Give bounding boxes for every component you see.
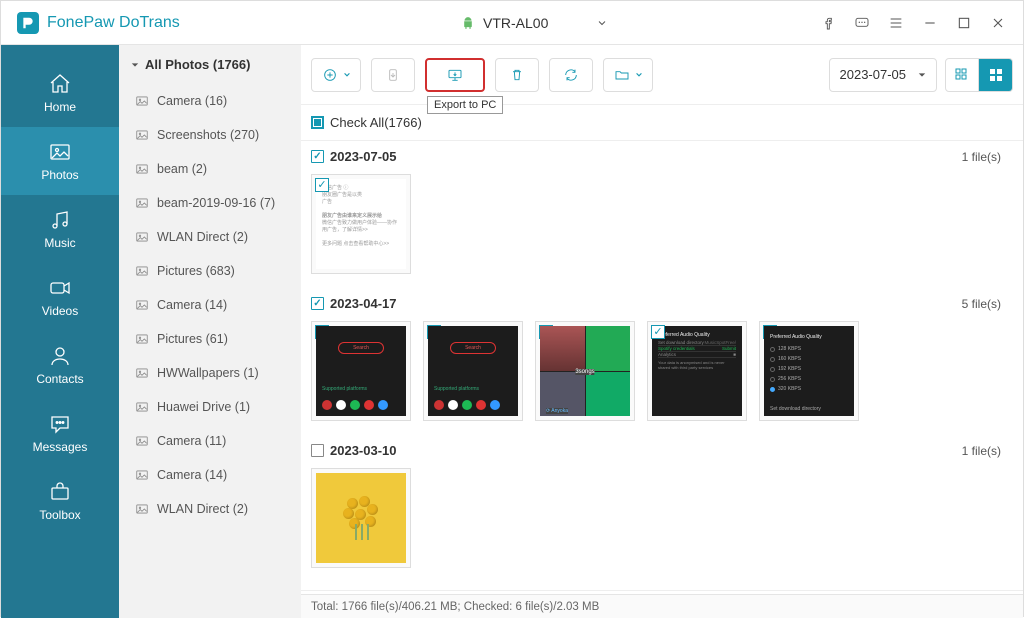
dropdown-icon bbox=[918, 72, 926, 78]
date-group-header[interactable]: 2023-03-10 1 file(s) bbox=[301, 435, 1023, 462]
app-name: FonePaw DoTrans bbox=[47, 14, 180, 32]
nav-videos[interactable]: Videos bbox=[1, 263, 119, 331]
nav-toolbox[interactable]: Toolbox bbox=[1, 467, 119, 535]
minimize-button[interactable] bbox=[921, 14, 939, 32]
album-item[interactable]: Camera (16) bbox=[119, 84, 301, 118]
nav-photos[interactable]: Photos bbox=[1, 127, 119, 195]
check-all[interactable]: Check All(1766) bbox=[301, 105, 1023, 141]
thumbnail-checkbox[interactable] bbox=[315, 178, 329, 192]
photo-thumbnail[interactable]: Search Supported platforms bbox=[423, 321, 523, 421]
group-checkbox[interactable] bbox=[311, 150, 324, 163]
photo-thumbnail[interactable]: Search Supported platforms bbox=[311, 321, 411, 421]
photo-thumbnail[interactable]: Preferred Audio Quality Set download dir… bbox=[647, 321, 747, 421]
album-item[interactable]: WLAN Direct (2) bbox=[119, 220, 301, 254]
view-grid-button[interactable] bbox=[979, 58, 1013, 92]
refresh-button[interactable] bbox=[549, 58, 593, 92]
device-name: VTR-AL00 bbox=[483, 15, 548, 31]
album-list-header[interactable]: All Photos (1766) bbox=[119, 45, 301, 84]
album-item[interactable]: Camera (14) bbox=[119, 288, 301, 322]
album-item[interactable]: Camera (11) bbox=[119, 424, 301, 458]
album-item[interactable]: WLAN Direct (2) bbox=[119, 492, 301, 526]
album-item[interactable]: Pictures (683) bbox=[119, 254, 301, 288]
photo-thumbnail[interactable]: 微信广告 ⓘ朋友圈广告是以类广告朋友广告由谁来定义展示给微信广告致力做用户体验—… bbox=[311, 174, 411, 274]
tooltip: Export to PC bbox=[427, 96, 503, 114]
date-group-header[interactable]: 2023-04-17 5 file(s) bbox=[301, 288, 1023, 315]
album-item[interactable]: Pictures (61) bbox=[119, 322, 301, 356]
date-picker[interactable]: 2023-07-05 bbox=[829, 58, 938, 92]
close-button[interactable] bbox=[989, 14, 1007, 32]
android-icon bbox=[461, 16, 475, 30]
album-item[interactable]: beam (2) bbox=[119, 152, 301, 186]
share-facebook-icon[interactable] bbox=[819, 14, 837, 32]
photo-thumbnail[interactable]: 3songs ⟳ Anyoka bbox=[535, 321, 635, 421]
nav-messages[interactable]: Messages bbox=[1, 399, 119, 467]
export-to-device-button[interactable] bbox=[371, 58, 415, 92]
folder-button[interactable] bbox=[603, 58, 653, 92]
album-item[interactable]: HWWallpapers (1) bbox=[119, 356, 301, 390]
album-list: All Photos (1766) Camera (16) Screenshot… bbox=[119, 45, 301, 618]
photo-thumbnail[interactable] bbox=[311, 468, 411, 568]
view-list-button[interactable] bbox=[945, 58, 979, 92]
status-bar: Total: 1766 file(s)/406.21 MB; Checked: … bbox=[301, 594, 1023, 618]
nav-contacts[interactable]: Contacts bbox=[1, 331, 119, 399]
group-checkbox[interactable] bbox=[311, 297, 324, 310]
check-all-checkbox[interactable] bbox=[311, 116, 324, 129]
add-button[interactable] bbox=[311, 58, 361, 92]
album-item[interactable]: Huawei Drive (1) bbox=[119, 390, 301, 424]
feedback-icon[interactable] bbox=[853, 14, 871, 32]
toolbar: Export to PC 2023-07-05 bbox=[301, 45, 1023, 105]
date-group-header[interactable]: 2023-07-05 1 file(s) bbox=[301, 141, 1023, 168]
nav-music[interactable]: Music bbox=[1, 195, 119, 263]
album-item[interactable]: Camera (14) bbox=[119, 458, 301, 492]
menu-icon[interactable] bbox=[887, 14, 905, 32]
album-item[interactable]: Screenshots (270) bbox=[119, 118, 301, 152]
album-item[interactable]: beam-2019-09-16 (7) bbox=[119, 186, 301, 220]
device-selector[interactable]: VTR-AL00 bbox=[461, 15, 608, 31]
photo-thumbnail[interactable]: Preferred Audio Quality 128 KBPS 160 KBP… bbox=[759, 321, 859, 421]
thumbnail-checkbox[interactable] bbox=[651, 325, 665, 339]
maximize-button[interactable] bbox=[955, 14, 973, 32]
export-to-pc-button[interactable]: Export to PC bbox=[425, 58, 485, 92]
collapse-icon bbox=[131, 61, 139, 69]
sidebar-nav: Home Photos Music Videos Contacts Messag… bbox=[1, 45, 119, 618]
group-checkbox[interactable] bbox=[311, 444, 324, 457]
chevron-down-icon bbox=[596, 17, 608, 29]
nav-home[interactable]: Home bbox=[1, 59, 119, 127]
app-logo bbox=[17, 12, 39, 34]
delete-button[interactable] bbox=[495, 58, 539, 92]
